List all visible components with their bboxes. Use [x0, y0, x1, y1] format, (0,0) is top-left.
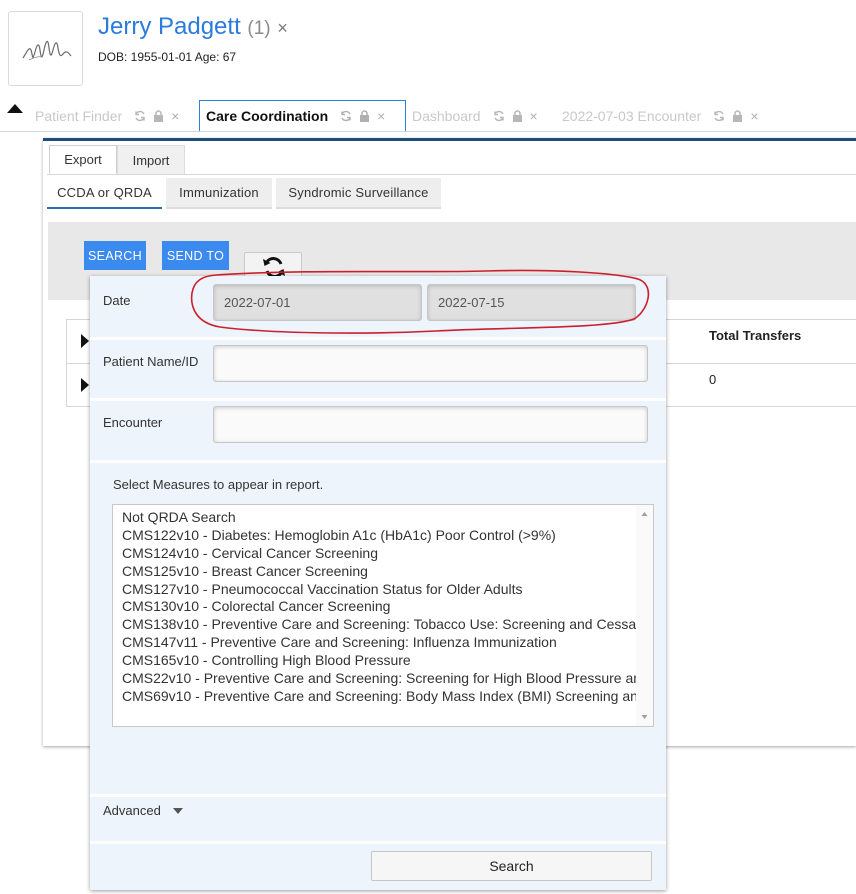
patient-count: (1) — [247, 18, 271, 39]
date-label: Date — [103, 293, 131, 308]
measure-option[interactable]: CMS122v10 - Diabetes: Hemoglobin A1c (Hb… — [122, 527, 653, 545]
expand-caret-icon[interactable] — [81, 378, 89, 392]
refresh-icon[interactable] — [340, 110, 352, 122]
patient-name-text[interactable]: Jerry Padgett — [98, 13, 241, 40]
scroll-up-arrow-icon[interactable] — [636, 507, 653, 521]
tab-label: 2022-07-03 Encounter — [562, 107, 702, 124]
close-icon[interactable]: × — [171, 108, 179, 124]
tab-import[interactable]: Import — [117, 145, 185, 174]
tab-export[interactable]: Export — [49, 145, 117, 174]
close-icon[interactable]: × — [750, 108, 758, 124]
refresh-icon[interactable] — [134, 110, 146, 122]
search-button[interactable]: SEARCH — [84, 241, 146, 270]
measure-option[interactable]: CMS130v10 - Colorectal Cancer Screening — [122, 598, 653, 616]
close-icon[interactable]: × — [377, 108, 385, 124]
scroll-down-arrow-icon[interactable] — [636, 710, 653, 724]
refresh-icon[interactable] — [493, 110, 505, 122]
patient-photo[interactable] — [8, 11, 83, 86]
tabbar-divider — [0, 131, 856, 132]
measure-option[interactable]: CMS125v10 - Breast Cancer Screening — [122, 563, 653, 581]
lock-icon[interactable] — [153, 109, 164, 122]
form-divider — [90, 460, 666, 463]
listbox-scrollbar[interactable] — [636, 505, 653, 726]
lock-icon[interactable] — [359, 110, 370, 122]
expand-caret-icon[interactable] — [81, 334, 89, 348]
tab-ccda-qrda[interactable]: CCDA or QRDA — [47, 178, 162, 209]
measure-option[interactable]: CMS138v10 - Preventive Care and Screenin… — [122, 616, 653, 634]
patient-name[interactable]: Jerry Padgett (1) × — [98, 13, 288, 41]
form-search-button[interactable]: Search — [371, 851, 652, 881]
collapse-caret-icon[interactable] — [7, 104, 23, 113]
form-divider — [90, 398, 666, 401]
advanced-label: Advanced — [103, 803, 161, 818]
measures-listbox[interactable]: Not QRDA Search CMS122v10 - Diabetes: He… — [112, 504, 654, 727]
patient-dob-age: DOB: 1955-01-01 Age: 67 — [98, 50, 237, 64]
caret-down-icon — [172, 807, 183, 814]
close-icon[interactable]: × — [530, 108, 538, 124]
measure-option[interactable]: Not QRDA Search — [122, 509, 653, 527]
encounter-label: Encounter — [103, 415, 163, 430]
measure-option[interactable]: CMS22v10 - Preventive Care and Screening… — [122, 670, 653, 688]
tab-patient-finder[interactable]: Patient Finder × — [35, 100, 179, 131]
measure-option[interactable]: CMS69v10 - Preventive Care and Screening… — [122, 688, 653, 706]
column-header-total-transfers[interactable]: Total Transfers — [709, 328, 801, 343]
form-divider — [90, 841, 666, 844]
measure-option[interactable]: CMS147v11 - Preventive Care and Screenin… — [122, 634, 653, 652]
form-divider — [90, 337, 666, 340]
measure-option[interactable]: CMS127v10 - Pneumococcal Vaccination Sta… — [122, 581, 653, 599]
date-to-input[interactable]: 2022-07-15 — [427, 284, 636, 321]
patient-name-id-input[interactable] — [213, 345, 648, 382]
lock-icon[interactable] — [512, 109, 523, 122]
tab-label: Patient Finder — [35, 107, 123, 124]
close-patient-icon[interactable]: × — [277, 18, 288, 38]
form-divider — [90, 794, 666, 797]
measure-option[interactable]: CMS124v10 - Cervical Cancer Screening — [122, 545, 653, 563]
refresh-icon[interactable] — [713, 110, 725, 122]
tab-care-coordination[interactable]: Care Coordination × — [199, 100, 406, 131]
tab-syndromic-surveillance[interactable]: Syndromic Surveillance — [276, 178, 441, 209]
signature-icon — [22, 40, 72, 61]
table-cell-total-transfers: 0 — [709, 372, 717, 387]
measure-option[interactable]: CMS165v10 - Controlling High Blood Press… — [122, 652, 653, 670]
tab-label: Dashboard — [412, 107, 481, 124]
encounter-input[interactable] — [213, 406, 648, 443]
tab-encounter[interactable]: 2022-07-03 Encounter × — [562, 100, 759, 131]
date-from-input[interactable]: 2022-07-01 — [213, 284, 422, 321]
tab-dashboard[interactable]: Dashboard × — [412, 100, 538, 131]
tab-label: Care Coordination — [206, 108, 329, 124]
patient-name-id-label: Patient Name/ID — [103, 354, 199, 369]
measures-label: Select Measures to appear in report. — [113, 477, 324, 492]
lock-icon[interactable] — [732, 109, 743, 122]
send-to-button[interactable]: SEND TO — [162, 241, 229, 270]
tab-immunization[interactable]: Immunization — [166, 178, 272, 209]
advanced-toggle[interactable]: Advanced — [103, 803, 183, 818]
